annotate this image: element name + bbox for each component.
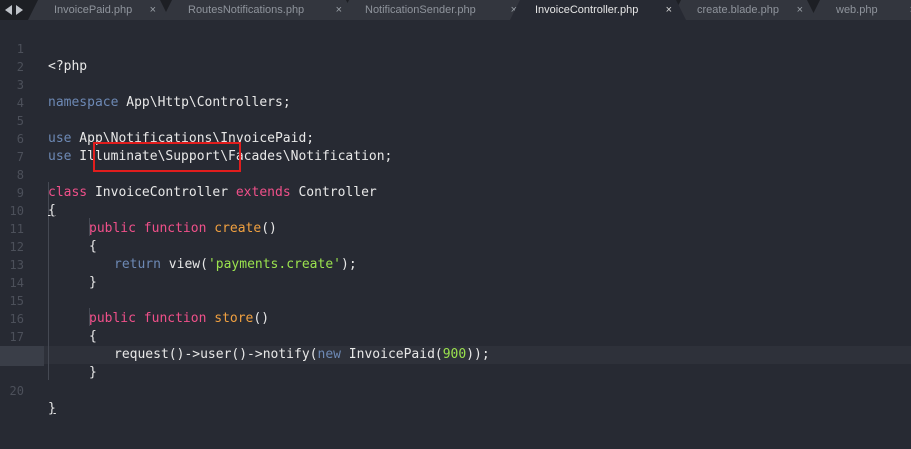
- code-line: 16 {: [0, 292, 911, 344]
- current-line-gutter-marker: [0, 346, 44, 366]
- tab-label: web.php: [836, 4, 878, 16]
- tab-bar: InvoicePaid.php × RoutesNotifications.ph…: [0, 0, 911, 20]
- tab-create-blade[interactable]: create.blade.php ×: [671, 0, 817, 20]
- code-line: 2: [0, 40, 911, 74]
- code-line: 1 <?php: [0, 22, 911, 74]
- code-line: 11 {: [0, 202, 911, 254]
- code-line: 3 namespace App\Http\Controllers;: [0, 58, 911, 110]
- code-line: 5 use App\Notifications\InvoicePaid;: [0, 94, 911, 146]
- tab-routesnotifications[interactable]: RoutesNotifications.php ×: [162, 0, 356, 20]
- tab-invoicecontroller[interactable]: InvoiceController.php ×: [510, 0, 686, 20]
- code-line: 14: [0, 256, 911, 290]
- code-text: }: [48, 401, 56, 416]
- class-name-highlight-box: [93, 142, 241, 172]
- tab-notificationsender[interactable]: NotificationSender.php ×: [339, 0, 531, 20]
- arrow-right-icon[interactable]: [16, 5, 23, 15]
- code-line: 6 use Illuminate\Support\Facades\Notific…: [0, 112, 911, 164]
- tab-nav-arrows[interactable]: [0, 0, 28, 20]
- code-editor[interactable]: 1 <?php 2 3 namespace App\Http\Controlle…: [0, 20, 911, 449]
- code-line: 17 request()->user()->notify(new Invoice…: [0, 310, 911, 362]
- tab-invoicepaid[interactable]: InvoicePaid.php ×: [28, 0, 170, 20]
- code-line: 12 return view('payments.create');: [0, 220, 911, 272]
- arrow-left-icon[interactable]: [5, 5, 12, 15]
- editor-window: InvoicePaid.php × RoutesNotifications.ph…: [0, 0, 911, 449]
- code-line: 18 }: [0, 328, 911, 380]
- close-icon[interactable]: ×: [150, 0, 156, 20]
- tab-label: InvoiceController.php: [535, 4, 639, 16]
- code-line: 13 }: [0, 238, 911, 290]
- tab-label: create.blade.php: [697, 4, 779, 16]
- tab-label: NotificationSender.php: [365, 4, 476, 16]
- code-line-current[interactable]: [0, 346, 911, 364]
- tab-label: RoutesNotifications.php: [188, 4, 305, 16]
- close-icon[interactable]: ×: [797, 0, 803, 20]
- line-number: 20: [9, 384, 24, 398]
- close-icon[interactable]: ×: [666, 0, 672, 20]
- tab-label: InvoicePaid.php: [54, 4, 133, 16]
- code-line: 20 }: [0, 364, 911, 416]
- code-line: 4: [0, 76, 911, 110]
- code-line: 15 public function store(): [0, 274, 911, 326]
- tab-web[interactable]: web.php ×: [810, 0, 911, 20]
- code-line: 10 public function create(): [0, 184, 911, 236]
